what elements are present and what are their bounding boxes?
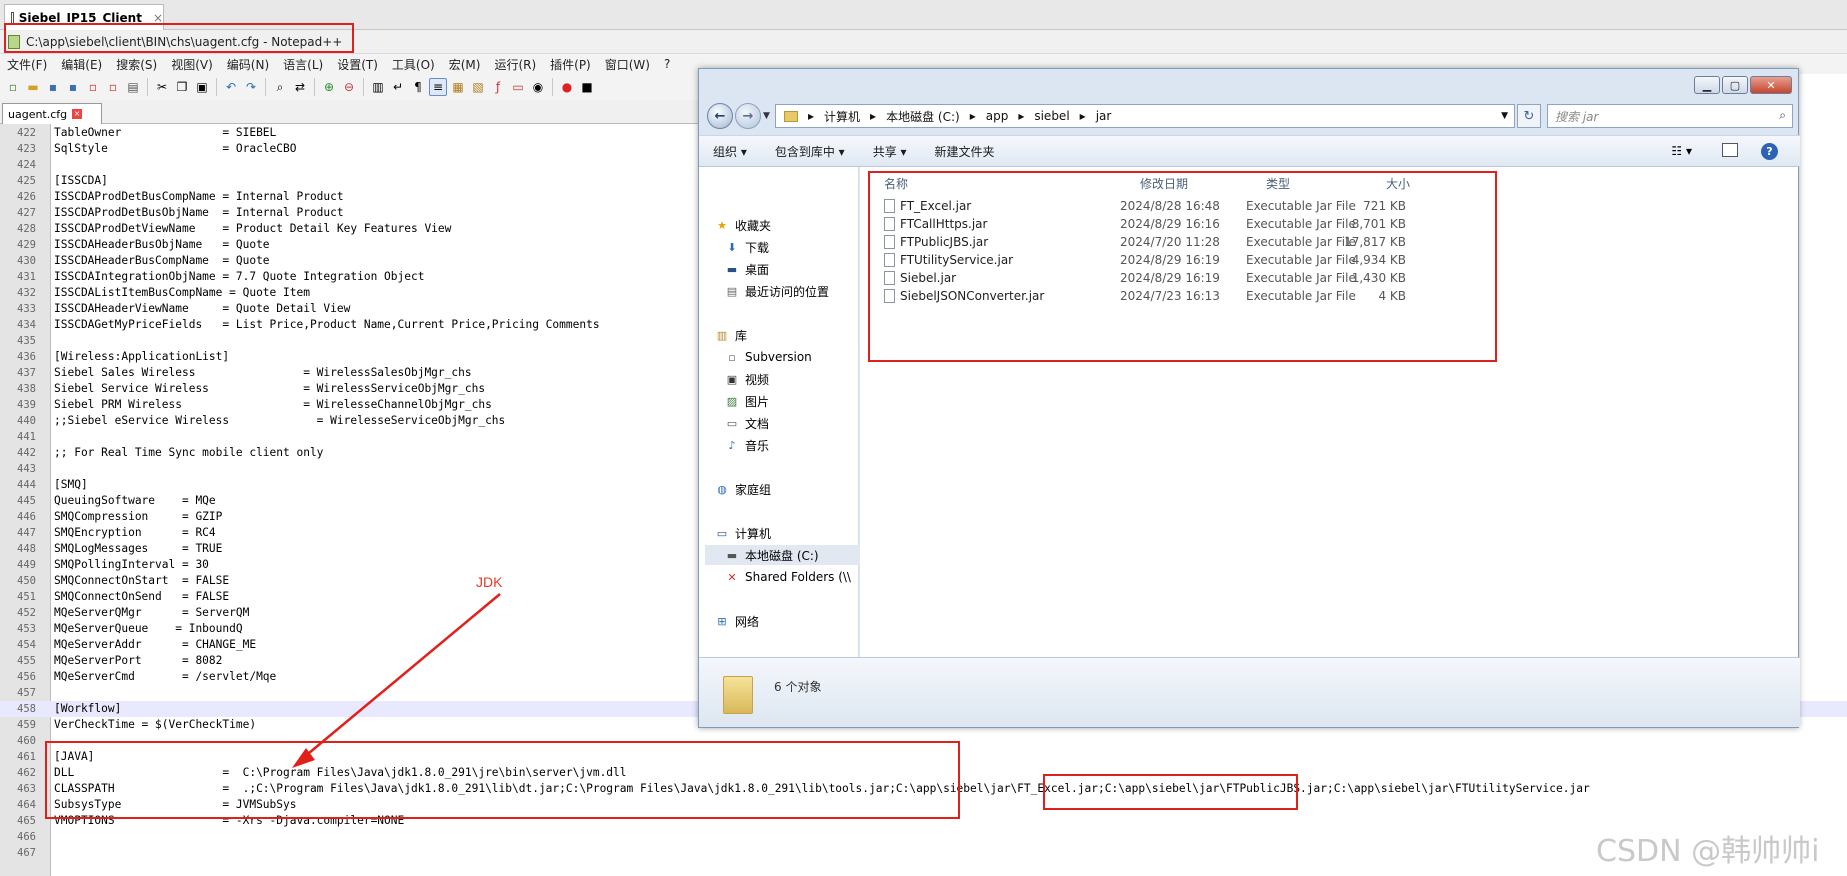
details-pane: 6 个对象 [699,657,1800,727]
annotation-box-java-section [45,741,960,819]
music-icon: ♪ [728,438,736,452]
recent-pages-chevron-icon[interactable]: ▼ [763,111,770,121]
nav-local-disk[interactable]: ▬ 本地磁盘 (C:) [705,545,863,565]
download-folder-icon: ⬇ [727,240,737,254]
recent-places-icon: ▤ [726,284,738,298]
drive-icon: ▬ [726,548,738,562]
address-box[interactable]: ▸ 计算机 ▸ 本地磁盘 (C:) ▸ app ▸ siebel ▸ jar ▼ [775,104,1515,128]
include-in-library-button[interactable]: 包含到库中 ▾ [761,143,859,160]
address-dropdown-icon[interactable]: ▼ [1501,111,1508,121]
nav-homegroup[interactable]: ◍ 家庭组 [715,479,873,499]
nav-recent-label: 最近访问的位置 [745,284,830,299]
folder-icon [784,110,798,122]
computer-icon: ▭ [716,526,728,540]
breadcrumb-separator: ▸ [1018,109,1025,123]
new-folder-button[interactable]: 新建文件夹 [921,143,1009,160]
breadcrumb-jar[interactable]: jar [1096,109,1112,123]
minimize-button[interactable]: ▁ [1694,76,1720,94]
picture-icon: ▨ [726,394,738,408]
search-placeholder: 搜索 jar [1555,109,1599,124]
nav-favorites[interactable]: ★ 收藏夹 [715,215,873,235]
video-icon: ▣ [726,372,738,386]
search-icon[interactable]: ⌕ [1779,108,1786,123]
nav-homegroup-label: 家庭组 [735,482,772,497]
network-icon: ⊞ [717,614,727,628]
nav-documents-label: 文档 [745,416,770,431]
breadcrumb-separator: ▸ [969,109,976,123]
star-icon: ★ [717,218,727,232]
maximize-button[interactable]: ▢ [1722,76,1748,94]
nav-local-disk-label: 本地磁盘 (C:) [745,548,819,563]
nav-shared-folders-label: Shared Folders (\\ [745,570,851,584]
nav-network-label: 网络 [735,614,760,629]
forward-arrow-icon[interactable]: → [735,103,761,129]
window-controls: ▁ ▢ ✕ [1694,76,1792,94]
nav-downloads-label: 下载 [745,240,770,255]
network-drive-icon: ✕ [727,570,737,584]
breadcrumb-separator: ▸ [870,109,877,123]
breadcrumb-app[interactable]: app [986,109,1009,123]
document-icon: ▭ [726,416,738,430]
command-bar: 组织 ▾ 包含到库中 ▾ 共享 ▾ 新建文件夹 ☷ ▾ ? [699,135,1800,167]
folder-icon [723,676,753,714]
nav-libraries[interactable]: ▥ 库 [715,325,873,345]
desktop-icon: ▬ [726,262,738,276]
object-count: 6 个对象 [774,680,822,694]
address-bar-row: ← → ▼ ▸ 计算机 ▸ 本地磁盘 (C:) ▸ app ▸ siebel ▸… [699,97,1800,135]
breadcrumb-separator: ▸ [808,109,815,123]
view-options-icon[interactable]: ☷ ▾ [1671,144,1692,158]
breadcrumb-computer[interactable]: 计算机 [824,108,860,125]
close-button[interactable]: ✕ [1750,76,1792,94]
breadcrumb-siebel[interactable]: siebel [1034,109,1069,123]
nav-computer-label: 计算机 [735,526,772,541]
breadcrumb-drive[interactable]: 本地磁盘 (C:) [886,108,960,125]
nav-videos-label: 视频 [745,372,770,387]
nav-desktop-label: 桌面 [745,262,770,277]
watermark: CSDN @韩帅帅i [1596,834,1820,869]
search-input[interactable]: 搜索 jar ⌕ [1547,104,1793,128]
back-arrow-icon[interactable]: ← [707,103,733,129]
navigation-pane: ★ 收藏夹 ⬇ 下载 ▬ 桌面 ▤ 最近访问的位置 ▥ 库 ▫ Subversion ▣ 视频… [699,167,863,657]
explorer-window: ▁ ▢ ✕ ← → ▼ ▸ 计算机 ▸ 本地磁盘 (C:) ▸ app ▸ si… [698,68,1800,728]
nav-libraries-label: 库 [735,328,748,343]
preview-pane-icon[interactable] [1722,143,1738,157]
breadcrumb-separator: ▸ [1079,109,1086,123]
library-icon: ▥ [716,328,728,342]
nav-subversion-label: Subversion [745,350,812,364]
share-button[interactable]: 共享 ▾ [859,143,921,160]
nav-favorites-label: 收藏夹 [735,218,772,233]
refresh-icon[interactable]: ↻ [1517,104,1541,128]
nav-computer[interactable]: ▭ 计算机 [715,523,873,543]
nav-pictures-label: 图片 [745,394,770,409]
help-icon[interactable]: ? [1761,143,1778,160]
organize-button[interactable]: 组织 ▾ [699,143,761,160]
annotation-box-ft-excel-path [1043,774,1298,810]
homegroup-icon: ◍ [717,482,727,496]
annotation-box-title [4,23,354,53]
nav-music-label: 音乐 [745,438,770,453]
nav-network[interactable]: ⊞ 网络 [715,611,873,631]
annotation-box-jar-files [868,171,1497,362]
document-icon: ▫ [728,350,736,364]
